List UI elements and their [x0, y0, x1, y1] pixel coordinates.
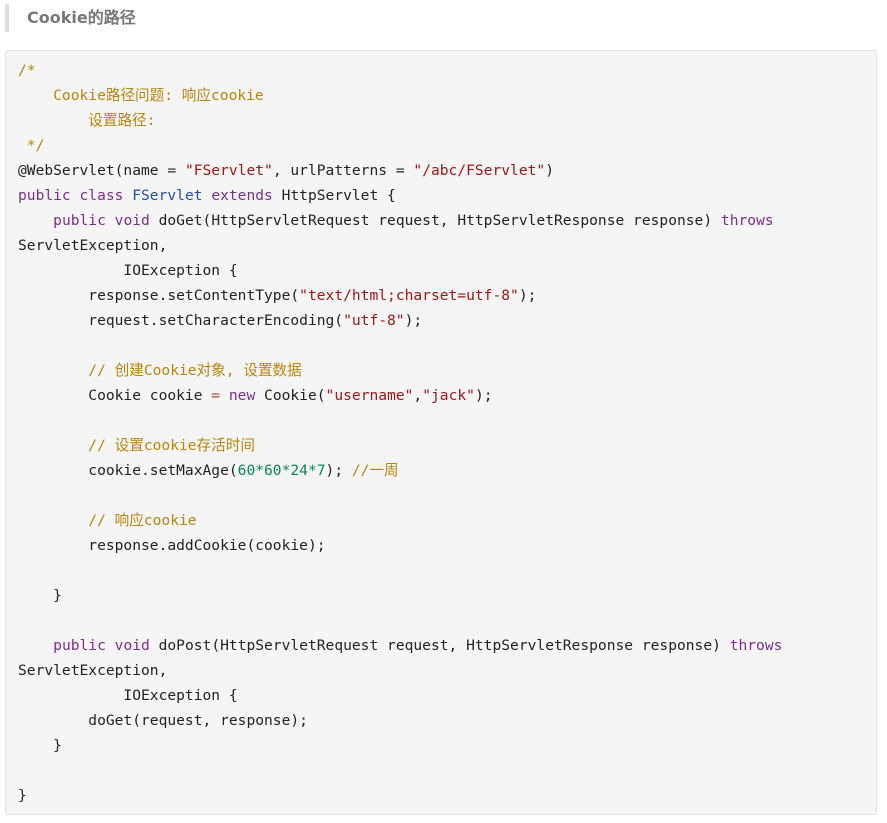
code-line: Cookie路径问题: 响应cookie: [18, 87, 264, 104]
code-line: response.setContentType("text/html;chars…: [18, 283, 887, 308]
string-literal: "text/html;charset=utf-8": [299, 287, 519, 304]
code-token: );: [325, 462, 352, 479]
code-content: /* Cookie路径问题: 响应cookie 设置路径: */ @WebServ…: [18, 58, 887, 808]
keyword: throws: [729, 637, 783, 654]
keyword: extends: [202, 187, 282, 204]
code-token: {: [378, 187, 396, 204]
code-token: HttpServlet: [281, 187, 379, 204]
code-token: ,: [413, 387, 423, 404]
code-line: */: [18, 137, 45, 154]
code-line: response.addCookie(cookie);: [18, 537, 326, 554]
code-comment: //一周: [351, 462, 399, 479]
code-token: request.setCharacterEncoding(: [18, 312, 344, 329]
code-token: doGet(HttpServletRequest request, HttpSe…: [149, 212, 721, 229]
code-line: }: [18, 587, 62, 604]
code-line: public class FServlet extends HttpServle…: [18, 183, 887, 208]
code-line: request.setCharacterEncoding("utf-8");: [18, 308, 887, 333]
string-literal: "utf-8": [343, 312, 405, 329]
code-line: ServletException,: [18, 662, 168, 679]
code-line: @WebServlet(name = "FServlet", urlPatter…: [18, 158, 887, 183]
keyword: public void: [53, 212, 150, 229]
string-literal: "/abc/FServlet": [413, 162, 546, 179]
code-line: }: [18, 787, 27, 804]
code-line: 设置路径:: [18, 112, 156, 129]
code-line: doGet(request, response);: [18, 712, 308, 729]
code-comment: // 创建Cookie对象, 设置数据: [18, 362, 302, 379]
code-token: );: [404, 312, 423, 329]
code-line: public void doGet(HttpServletRequest req…: [18, 208, 887, 233]
code-token: );: [518, 287, 537, 304]
code-comment: // 响应cookie: [18, 512, 197, 529]
string-literal: "username": [325, 387, 414, 404]
code-line: ServletException,: [18, 237, 168, 254]
keyword: throws: [720, 212, 774, 229]
code-token: );: [474, 387, 493, 404]
annotation: @WebServlet(name =: [18, 162, 185, 179]
code-token: cookie.setMaxAge(: [18, 462, 238, 479]
class-name: FServlet: [132, 187, 203, 204]
code-line: public void doPost(HttpServletRequest re…: [18, 633, 887, 658]
code-line: }: [18, 737, 62, 754]
code-line: IOException {: [18, 262, 238, 279]
code-token: doPost(HttpServletRequest request, HttpS…: [149, 637, 730, 654]
code-token: Cookie(: [255, 387, 326, 404]
code-line: cookie.setMaxAge(60*60*24*7); //一周: [18, 458, 887, 483]
keyword: public void: [53, 637, 150, 654]
string-literal: "FServlet": [184, 162, 273, 179]
code-line: Cookie cookie = new Cookie("username","j…: [18, 383, 887, 408]
code-line: IOException {: [18, 687, 238, 704]
operator: =: [211, 387, 221, 404]
code-token: Cookie cookie: [18, 387, 212, 404]
code-comment: // 设置cookie存活时间: [18, 437, 255, 454]
number-literal: 60*60*24*7: [237, 462, 326, 479]
section-heading: Cookie的路径: [5, 4, 136, 32]
string-literal: "jack": [422, 387, 475, 404]
code-line: /*: [18, 62, 36, 79]
code-token: ): [545, 162, 554, 179]
keyword: new: [228, 387, 256, 404]
code-token: , urlPatterns =: [272, 162, 414, 179]
code-token: response.setContentType(: [18, 287, 300, 304]
keyword: public class: [18, 187, 133, 204]
